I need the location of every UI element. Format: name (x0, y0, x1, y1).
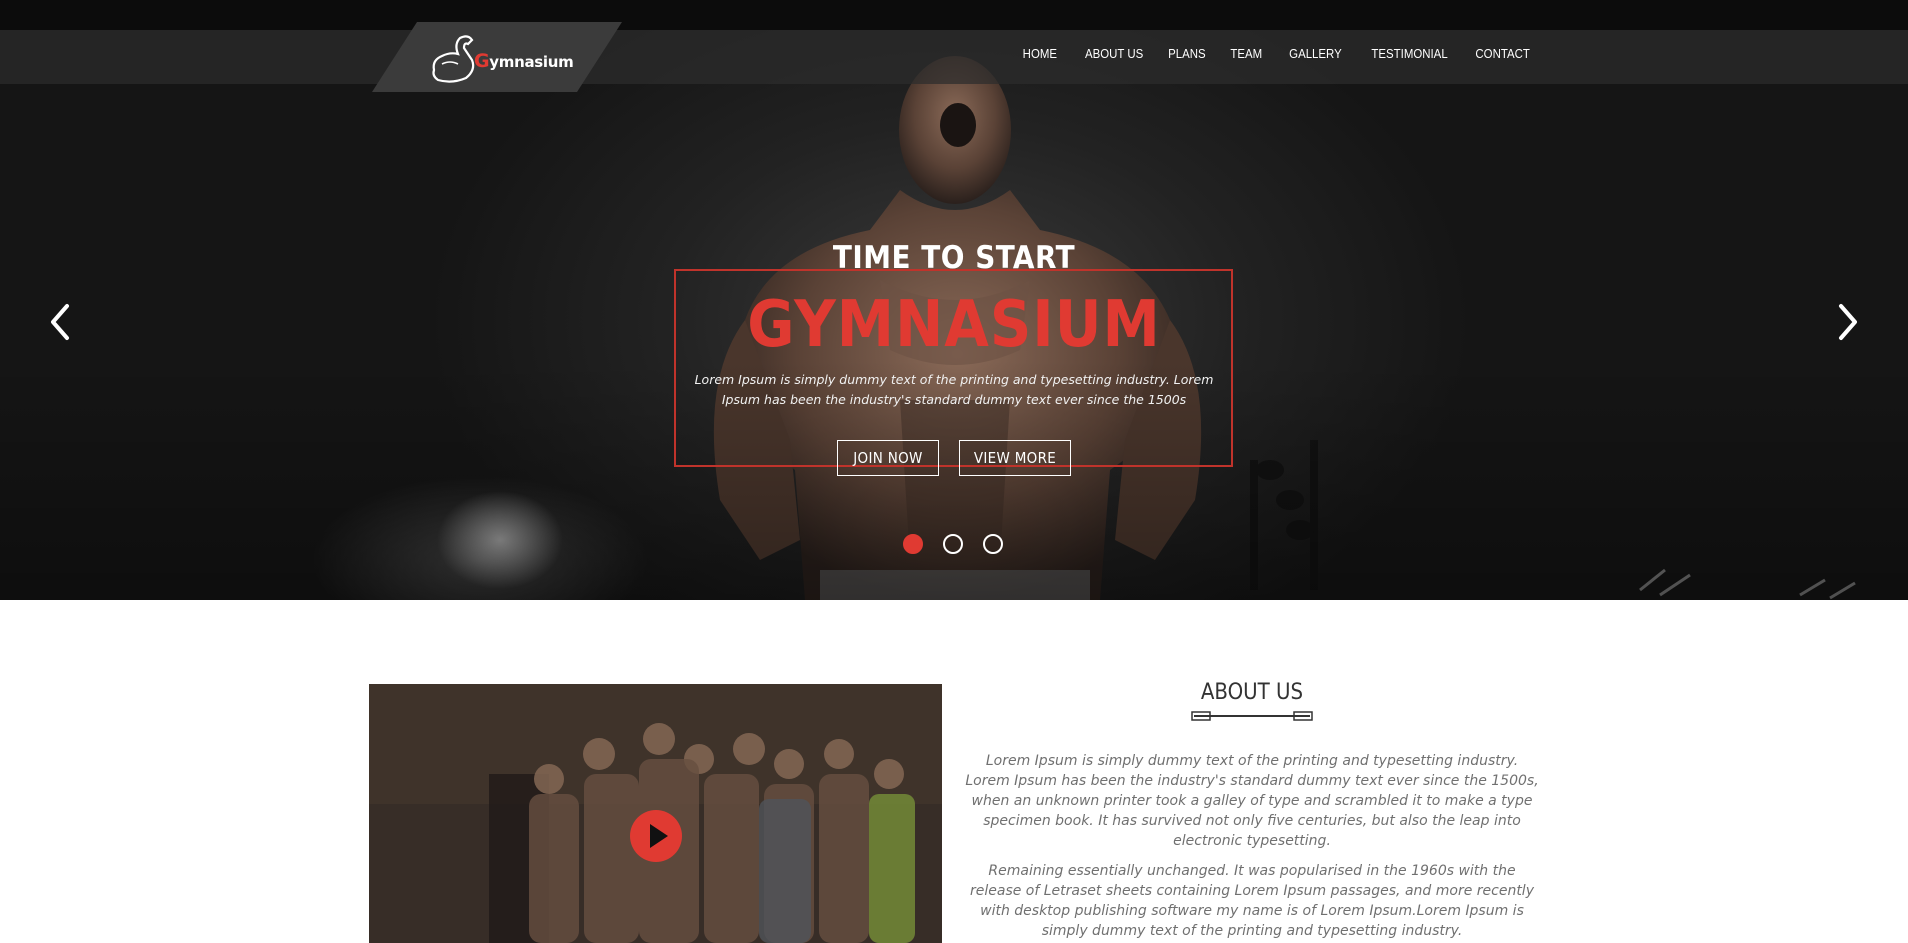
nav-item-home[interactable]: HOME (1022, 46, 1056, 61)
chevron-left-icon[interactable] (45, 302, 75, 342)
nav-item-plans[interactable]: PLANS (1168, 46, 1206, 61)
about-title: ABOUT US (1200, 680, 1304, 705)
about-paragraph-1: Lorem Ipsum is simply dummy text of the … (965, 753, 1539, 849)
main-nav: HOME ABOUT US PLANS TEAM GALLERY TESTIMO… (998, 46, 1530, 61)
barbell-divider-icon (1191, 711, 1313, 721)
hero-subtitle: TIME TO START (832, 240, 1076, 276)
about-paragraph-2: Remaining essentially unchanged. It was … (970, 863, 1534, 939)
slider-dot-3[interactable] (983, 534, 1003, 554)
hero-title: GYMNASIUM (747, 288, 1161, 362)
nav-item-testimonial[interactable]: TESTIMONIAL (1372, 46, 1448, 61)
navbar (0, 30, 1908, 84)
nav-item-team[interactable]: TEAM (1230, 46, 1262, 61)
slider-dots (903, 534, 1003, 554)
nav-item-gallery[interactable]: GALLERY (1289, 46, 1342, 61)
slider-dot-1[interactable] (903, 534, 923, 554)
logo[interactable]: Gymnasium (428, 30, 574, 86)
nav-item-about-us[interactable]: ABOUT US (1085, 46, 1143, 61)
hero-text: Lorem Ipsum is simply dummy text of the … (694, 372, 1214, 407)
logo-text: Gymnasium (474, 50, 574, 72)
join-now-button[interactable]: JOIN NOW (837, 440, 939, 476)
nav-item-contact[interactable]: CONTACT (1476, 46, 1530, 61)
slider-dot-2[interactable] (943, 534, 963, 554)
view-more-button[interactable]: VIEW MORE (959, 440, 1071, 476)
chevron-right-icon[interactable] (1833, 302, 1863, 342)
play-icon[interactable] (630, 810, 682, 862)
